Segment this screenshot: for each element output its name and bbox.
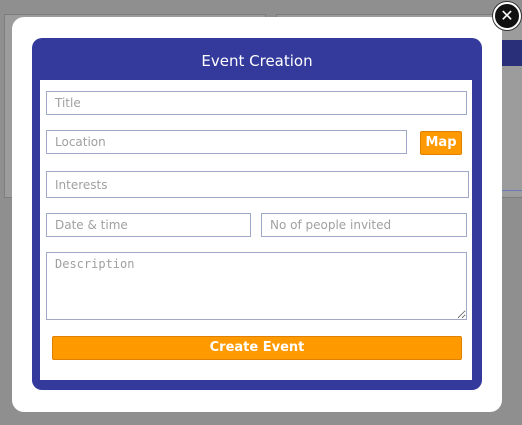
date-time-input[interactable]	[46, 213, 251, 237]
form-body: Map Create Event	[40, 80, 472, 380]
map-button[interactable]: Map	[420, 131, 462, 155]
form-title: Event Creation	[201, 52, 313, 70]
description-textarea[interactable]	[46, 252, 467, 320]
close-icon[interactable]: ✕	[493, 2, 521, 30]
location-input[interactable]	[46, 130, 407, 154]
people-invited-input[interactable]	[261, 213, 467, 237]
create-event-button[interactable]: Create Event	[52, 336, 462, 360]
event-form-panel: Event Creation Map Create Event	[32, 38, 482, 390]
event-creation-modal: Event Creation Map Create Event	[12, 17, 502, 412]
interests-input[interactable]	[46, 171, 469, 198]
title-input[interactable]	[46, 91, 467, 115]
